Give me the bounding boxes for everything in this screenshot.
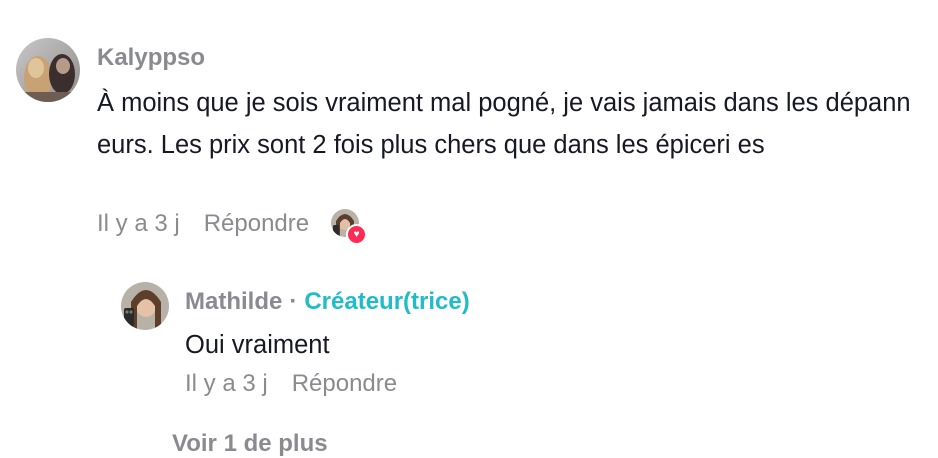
- reply-meta: Il y a 3 j Répondre: [185, 368, 397, 400]
- separator-dot: ·: [289, 288, 298, 315]
- commenter-username[interactable]: Kalyppso: [97, 44, 205, 72]
- avatar-photo-icon: [16, 38, 80, 102]
- commenter-avatar[interactable]: [16, 38, 80, 102]
- creator-liked-indicator: ♥: [331, 209, 368, 245]
- avatar-photo-icon: [121, 282, 169, 330]
- heart-icon: ♥: [346, 224, 368, 245]
- view-more-replies-button[interactable]: Voir 1 de plus: [172, 430, 328, 458]
- reply-text: Oui vraiment: [185, 331, 330, 359]
- reply-avatar[interactable]: [121, 282, 169, 330]
- reply-timestamp: Il y a 3 j: [185, 370, 268, 397]
- reply-username[interactable]: Mathilde: [185, 288, 282, 316]
- creator-badge: Créateur(trice): [304, 288, 470, 315]
- comment-meta: Il y a 3 j Répondre ♥: [97, 208, 368, 245]
- reply-button[interactable]: Répondre: [204, 210, 309, 238]
- comment-text: À moins que je sois vraiment mal pogné, …: [97, 89, 911, 159]
- reply-header: Mathilde · Créateur(trice): [185, 288, 470, 316]
- comment-timestamp: Il y a 3 j: [97, 210, 180, 237]
- reply-to-reply-button[interactable]: Répondre: [292, 370, 397, 398]
